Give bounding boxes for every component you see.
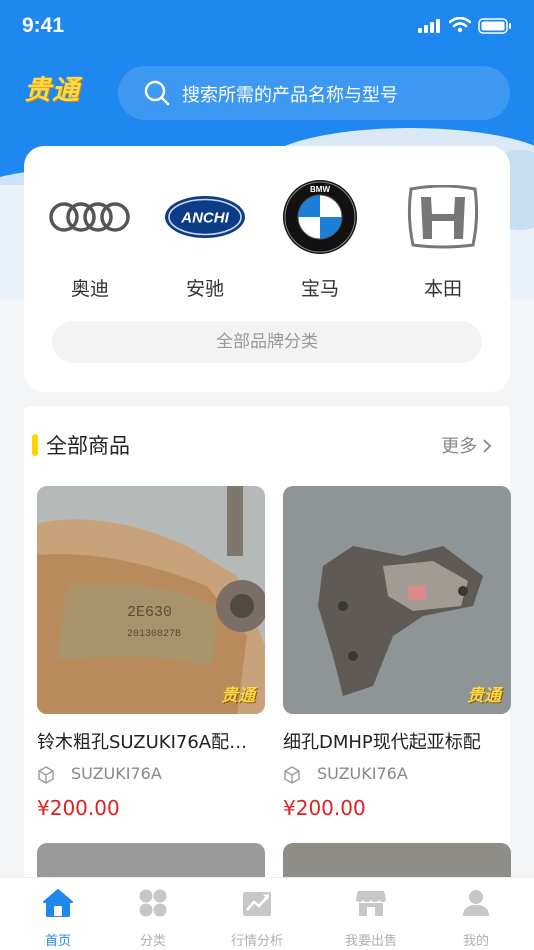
- brand-item-anchi[interactable]: ANCHI 安驰: [153, 176, 257, 301]
- section-accent-bar: [32, 434, 38, 456]
- app-logo: 贵通: [24, 75, 80, 105]
- section-title: 全部商品: [46, 434, 130, 458]
- watermark: 贵通: [221, 686, 255, 706]
- tab-label: 我要出售: [344, 934, 397, 949]
- brand-card: 奥迪 ANCHI 安驰 BMW 宝马 本田 全部品牌分类: [24, 146, 510, 392]
- product-card[interactable]: 2E630 20130827B 贵通 铃木粗孔SUZUKI76A配… SUZUK…: [37, 486, 265, 820]
- tab-sell[interactable]: 我要出售: [318, 886, 424, 949]
- brand-name: 安驰: [185, 278, 224, 300]
- products-section: 全部商品 更多 2E630 20130827B 贵通 铃木粗孔SUZUKI76A…: [24, 406, 511, 886]
- status-time: 9:41: [22, 14, 65, 37]
- svg-text:2E630: 2E630: [127, 604, 172, 621]
- search-bar[interactable]: 搜索所需的产品名称与型号: [118, 66, 510, 120]
- model-text: SUZUKI76A: [71, 764, 162, 783]
- model-text: SUZUKI76A: [317, 764, 408, 783]
- tab-category[interactable]: 分类: [100, 886, 206, 949]
- chevron-right-icon: [483, 439, 492, 453]
- brand-item-honda[interactable]: 本田: [391, 176, 495, 301]
- tab-label: 首页: [44, 934, 71, 949]
- product-card[interactable]: 贵通 细孔DMHP现代起亚标配 SUZUKI76A ¥200.00: [283, 486, 511, 820]
- cellular-signal-icon: [418, 19, 440, 33]
- tab-label: 分类: [139, 934, 166, 949]
- battery-icon: [478, 18, 511, 34]
- catalytic-converter-photo: 2E630 20130827B: [37, 486, 265, 714]
- anchi-logo-icon: ANCHI: [165, 196, 245, 238]
- store-icon: [356, 891, 386, 916]
- tab-market-analysis[interactable]: 行情分析: [204, 886, 310, 949]
- search-placeholder: 搜索所需的产品名称与型号: [182, 85, 398, 106]
- product-image: 贵通: [283, 486, 511, 714]
- product-model: SUZUKI76A: [283, 764, 511, 786]
- bottom-tab-bar: 首页 分类 行情分析 我要出售 我的: [0, 877, 534, 950]
- product-model: SUZUKI76A: [37, 764, 265, 786]
- exhaust-manifold-photo: [283, 486, 511, 714]
- all-brands-button[interactable]: 全部品牌分类: [52, 321, 482, 363]
- brand-item-audi[interactable]: 奥迪: [38, 176, 142, 301]
- wifi-icon: [449, 17, 471, 33]
- brand-item-bmw[interactable]: BMW 宝马: [268, 176, 372, 301]
- brand-name: 本田: [423, 278, 462, 300]
- honda-logo-icon: [407, 185, 479, 249]
- more-link[interactable]: 更多: [441, 432, 492, 458]
- bmw-logo-text: BMW: [310, 185, 330, 194]
- profile-icon: [463, 890, 489, 916]
- cube-icon: [284, 766, 300, 784]
- home-icon: [43, 889, 73, 917]
- more-label: 更多: [441, 436, 478, 457]
- watermark: 贵通: [467, 686, 501, 706]
- chart-icon: [243, 892, 271, 916]
- product-price: ¥200.00: [283, 796, 366, 820]
- svg-text:20130827B: 20130827B: [127, 629, 181, 640]
- bmw-logo-icon: BMW: [283, 180, 357, 254]
- tab-home[interactable]: 首页: [5, 886, 111, 949]
- anchi-logo-text: ANCHI: [180, 210, 229, 227]
- audi-logo-icon: [49, 202, 130, 232]
- cube-icon: [38, 766, 54, 784]
- tab-label: 我的: [462, 934, 489, 949]
- brand-name: 宝马: [300, 278, 339, 300]
- section-header: 全部商品 更多: [24, 428, 510, 464]
- product-title: 铃木粗孔SUZUKI76A配…: [37, 732, 248, 753]
- product-image: 2E630 20130827B 贵通: [37, 486, 265, 714]
- tab-label: 行情分析: [230, 934, 283, 949]
- brand-name: 奥迪: [70, 278, 109, 300]
- product-title: 细孔DMHP现代起亚标配: [283, 732, 481, 753]
- category-icon: [139, 889, 167, 917]
- product-price: ¥200.00: [37, 796, 120, 820]
- tab-profile[interactable]: 我的: [423, 886, 529, 949]
- search-icon: [144, 80, 170, 106]
- status-bar: 9:41: [0, 0, 534, 54]
